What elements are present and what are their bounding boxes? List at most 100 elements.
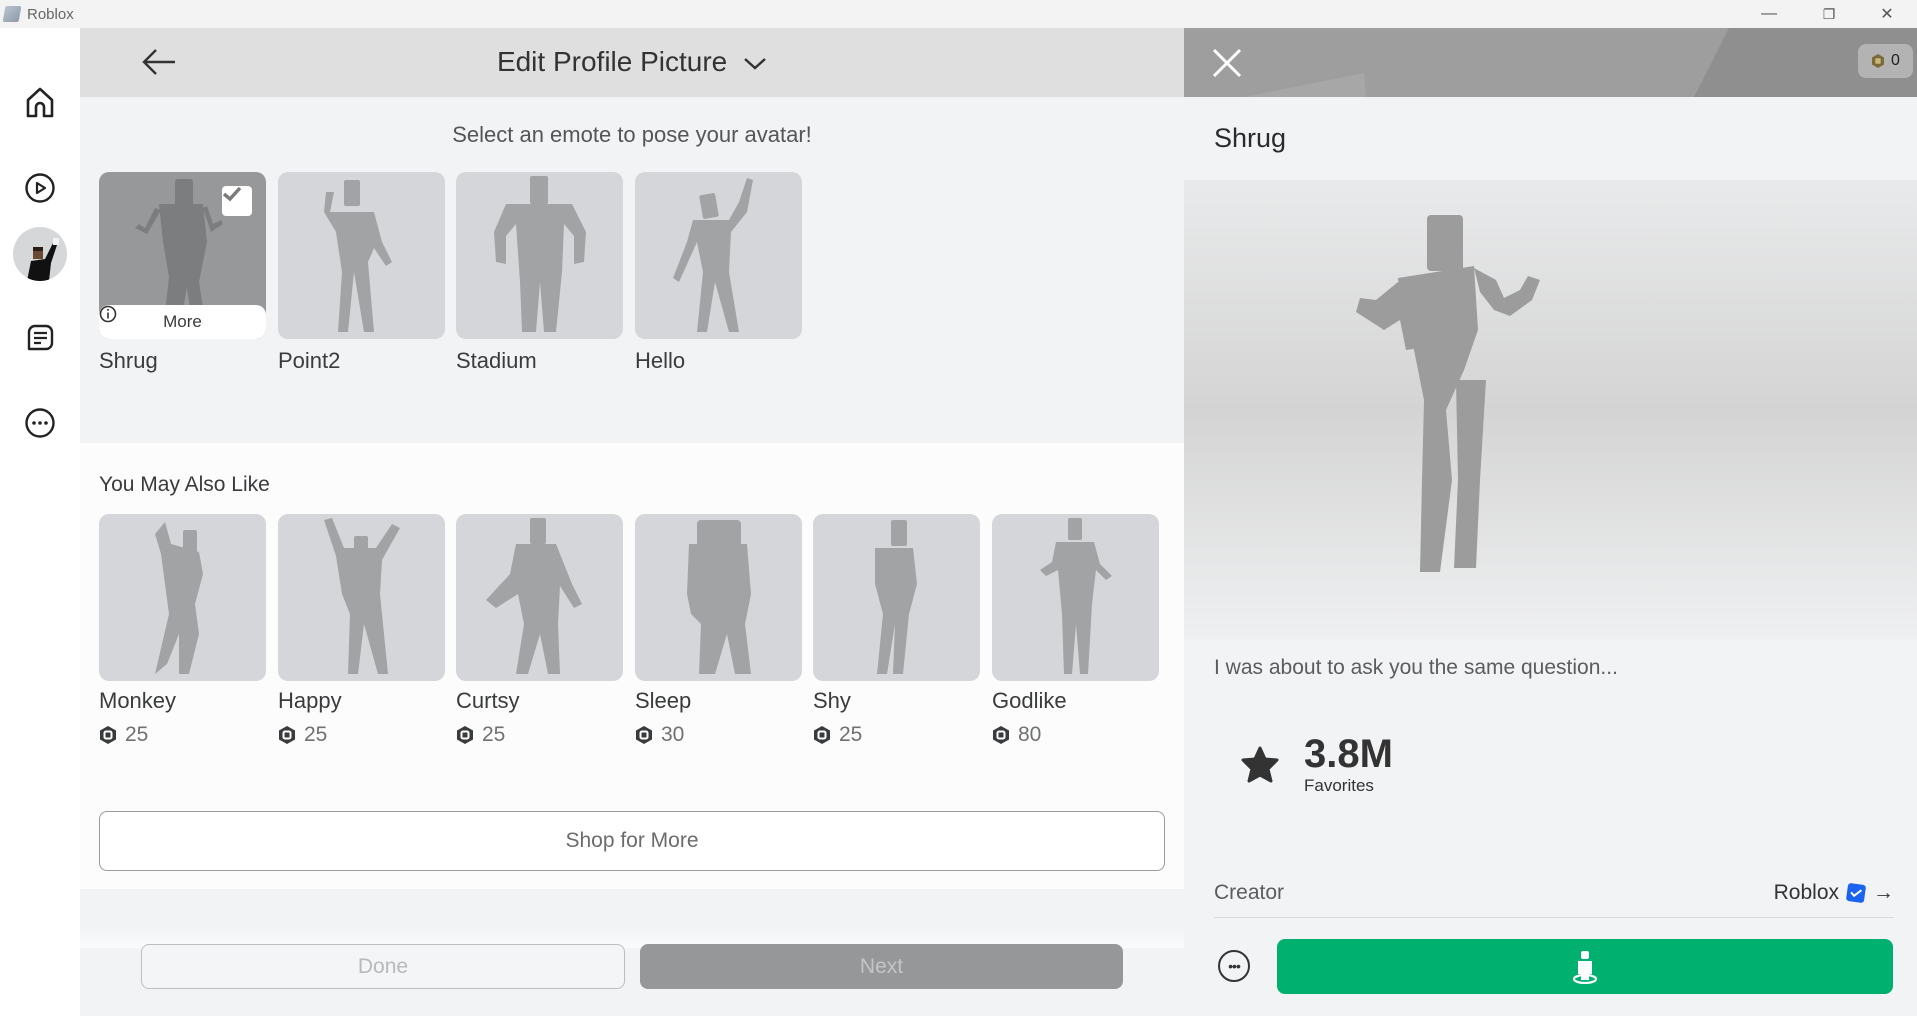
favorites-stat: 3.8M Favorites [1240,734,1393,796]
sidebar-nav [0,28,80,1016]
close-icon [1212,48,1242,78]
emote-thumbnail [486,518,582,674]
price-value: 25 [125,723,149,746]
minimize-button[interactable]: — [1740,0,1798,28]
details-header: 0 [1184,28,1917,97]
creator-label: Creator [1214,880,1285,904]
sidebar-item-play[interactable] [18,166,62,210]
item-name: Shrug [1214,123,1287,153]
emote-thumbnail [1040,518,1112,674]
verified-badge-icon [1845,882,1867,903]
restore-button[interactable]: ❐ [1800,0,1858,28]
item-preview[interactable] [1184,180,1917,640]
recommendations-section: You May Also Like Monkey 25 Happy 25 Cur… [80,443,1184,889]
rec-card-godlike[interactable] [992,514,1159,681]
more-icon [25,408,55,438]
item-details-panel: 0 Shrug I was about to ask you the same … [1184,28,1917,1016]
chevron-down-icon [744,57,766,70]
emote-name: Shrug [99,348,158,373]
edit-profile-panel: Edit Profile Picture Select an emote to … [80,28,1184,1016]
selected-checkmark [222,186,252,216]
robux-icon [814,726,830,744]
next-button[interactable]: Next [640,944,1123,989]
instruction-text: Select an emote to pose your avatar! [452,122,812,147]
price-value: 25 [482,723,506,746]
emote-thumbnail [875,520,917,674]
robux-icon [993,726,1009,744]
rec-name: Happy [278,688,342,713]
more-info-button[interactable]: More [99,305,266,339]
emote-thumbnail [494,176,586,332]
arrow-right-icon: → [1873,880,1894,904]
emote-name: Hello [635,348,686,373]
panel-header: Edit Profile Picture [80,28,1184,97]
sidebar-item-more[interactable] [18,401,62,445]
avatar [13,227,67,281]
chat-icon [27,324,54,351]
emote-name: Stadium [456,348,537,373]
price-value: 80 [1018,723,1042,746]
sidebar-item-avatar[interactable] [13,227,67,281]
rec-name: Curtsy [456,688,520,713]
more-label: More [163,312,202,331]
close-details-button[interactable] [1208,44,1246,82]
rec-name: Godlike [992,688,1067,713]
rec-price: 25 [99,723,148,747]
item-description: I was about to ask you the same question… [1214,656,1618,679]
roblox-logo-icon [2,6,22,22]
emote-card-shrug[interactable]: More [99,172,266,339]
rec-name: Sleep [635,688,692,713]
more-options-button[interactable]: ••• [1218,950,1250,982]
sidebar-item-chat[interactable] [18,316,62,360]
done-button[interactable]: Done [141,944,625,989]
robux-icon [100,726,116,744]
creator-name[interactable]: Roblox [1774,881,1839,905]
rec-name: Shy [813,688,851,713]
rec-card-monkey[interactable] [99,514,266,681]
rec-card-shy[interactable] [813,514,980,681]
play-circle-icon [25,173,55,203]
try-on-button[interactable] [1277,939,1893,994]
home-icon [26,87,54,118]
emote-card-point2[interactable] [278,172,445,339]
window-title: Roblox [27,5,74,23]
emote-card-stadium[interactable] [456,172,623,339]
rec-price: 80 [992,723,1041,747]
window-titlebar: Roblox [0,0,1917,28]
rec-price: 25 [456,723,505,747]
emote-thumbnail [324,518,400,674]
info-icon [99,305,117,323]
robux-balance-value: 0 [1891,52,1900,69]
shop-for-more-button[interactable]: Shop for More [99,811,1165,871]
avatar-preview-figure [1356,215,1540,572]
favorites-label: Favorites [1304,776,1374,795]
section-title: You May Also Like [99,473,270,496]
price-value: 25 [304,723,328,746]
star-icon[interactable] [1240,745,1280,785]
price-value: 25 [839,723,863,746]
close-window-button[interactable]: ✕ [1858,0,1916,28]
favorites-count: 3.8M [1304,732,1393,776]
robux-icon [279,726,295,744]
page-title: Edit Profile Picture [496,46,728,77]
rec-card-happy[interactable] [278,514,445,681]
creator-row[interactable]: Creator Roblox → [1214,868,1894,918]
emote-card-hello[interactable] [635,172,802,339]
robux-icon [457,726,473,744]
header-background-shapes [1244,28,1917,97]
emote-thumbnail [687,520,751,674]
avatar-try-on-icon [1572,950,1598,984]
page-title-dropdown[interactable]: Edit Profile Picture [80,46,1184,78]
sidebar-item-home[interactable] [18,81,62,125]
robux-icon [636,726,652,744]
robux-balance[interactable]: 0 [1858,44,1913,78]
rec-price: 30 [635,723,684,747]
emote-thumbnail [673,178,753,332]
rec-card-curtsy[interactable] [456,514,623,681]
rec-price: 25 [813,723,862,747]
rec-price: 25 [278,723,327,747]
rec-card-sleep[interactable] [635,514,802,681]
price-value: 30 [661,723,685,746]
avatar-icon [27,238,59,281]
emote-thumbnail [155,522,203,674]
